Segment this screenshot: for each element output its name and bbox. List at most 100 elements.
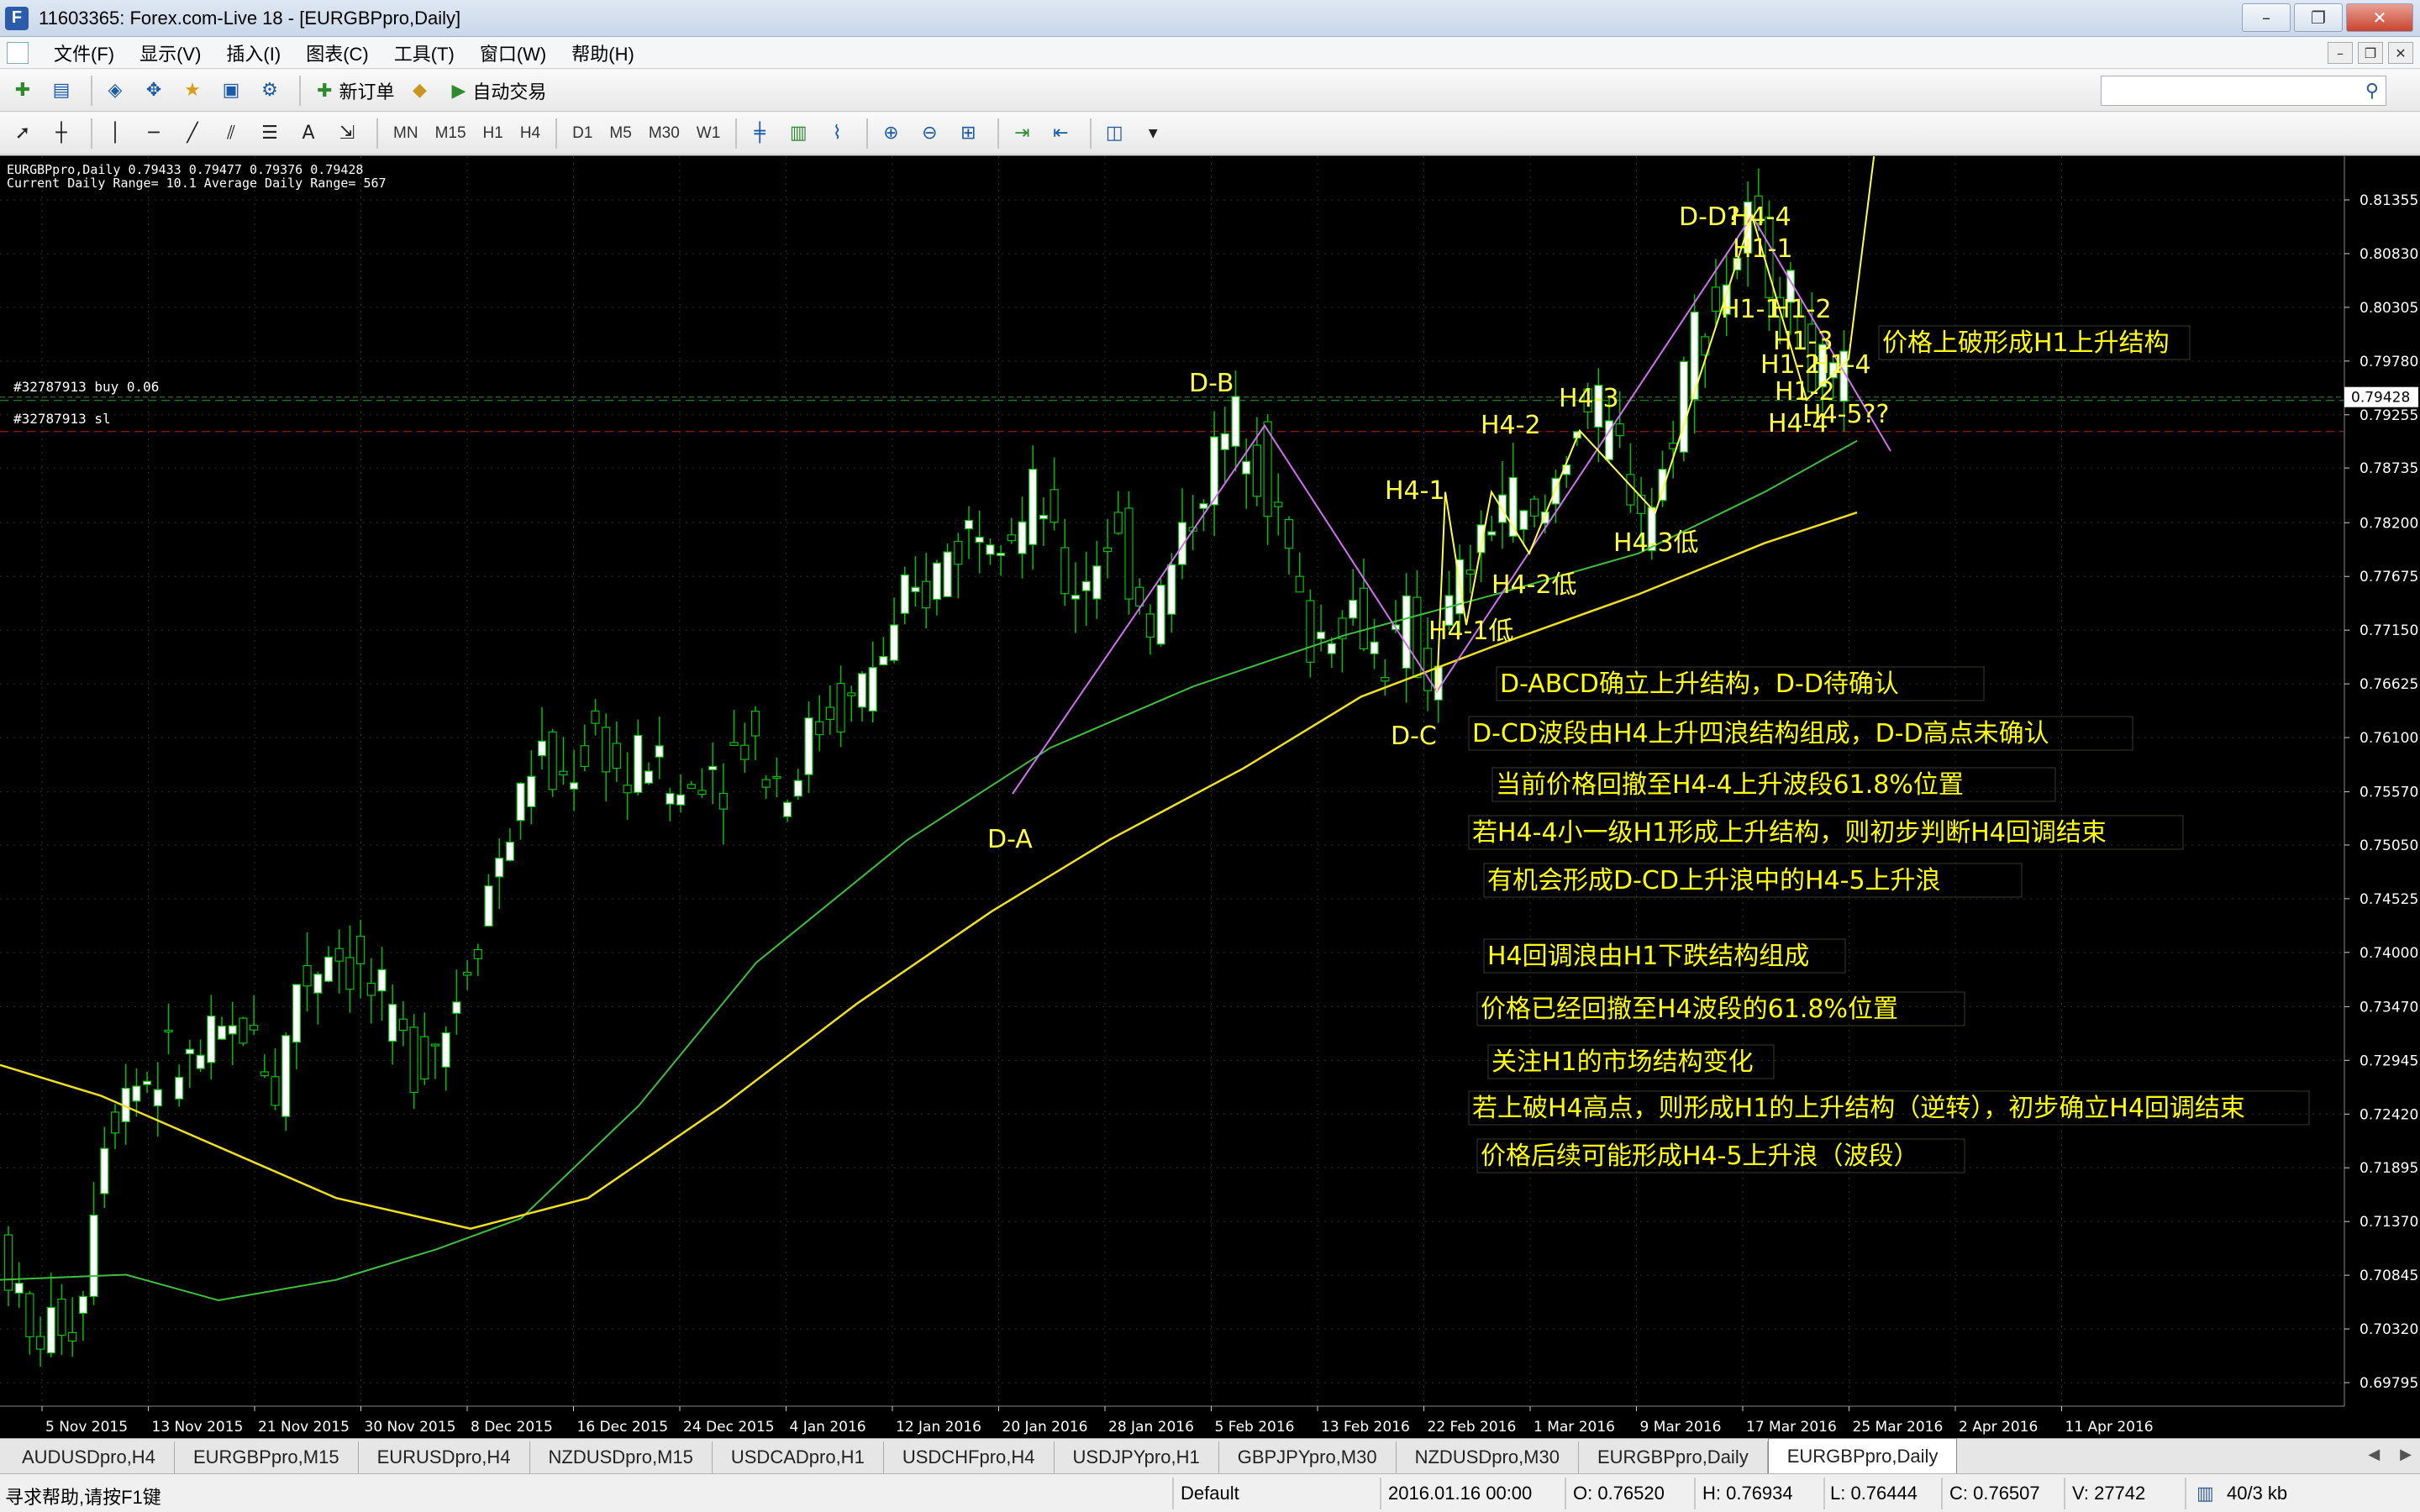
- bear-candle: [697, 790, 707, 795]
- timeframe-m30[interactable]: M30: [640, 118, 688, 150]
- menu-window[interactable]: 窗口(W): [480, 39, 546, 66]
- tab-nzdusd-m15[interactable]: NZDUSDpro,M15: [529, 1441, 713, 1473]
- menu-help[interactable]: 帮助(H): [571, 39, 634, 66]
- toolbar-divider: [997, 118, 1000, 149]
- bull-candle: [217, 1025, 227, 1040]
- search-input[interactable]: ⚲: [2101, 76, 2386, 106]
- chart-annotation: 价格已经回撤至H4波段的61.8%位置: [1481, 995, 1898, 1024]
- timeframe-m5[interactable]: M5: [601, 118, 639, 150]
- status-divider: [1694, 1478, 1696, 1509]
- tab-scroll-left-icon[interactable]: ◀: [2368, 1446, 2380, 1463]
- price-tick-label: 0.77150: [2360, 622, 2418, 639]
- menu-tools[interactable]: 工具(T): [394, 39, 455, 66]
- status-datetime: 2016.01.16 00:00: [1388, 1483, 1533, 1504]
- chart-annotation: 当前价格回撤至H4-4上升波段61.8%位置: [1496, 770, 1964, 800]
- bull-candle: [1039, 514, 1049, 520]
- tab-eurusd-h4[interactable]: EURUSDpro,H4: [358, 1441, 530, 1473]
- child-close-button[interactable]: ✕: [2388, 42, 2413, 64]
- auto-trading-button[interactable]: ▶ 自动交易: [442, 74, 555, 108]
- data-window-icon[interactable]: ✥: [138, 75, 170, 107]
- dropdown-arrow-icon[interactable]: ▼: [1137, 118, 1169, 150]
- line-chart-icon[interactable]: ⌇: [821, 118, 853, 150]
- metaeditor-icon[interactable]: ◆: [403, 75, 435, 107]
- new-order-button[interactable]: ✚ 新订单: [308, 74, 403, 108]
- status-help-text: 寻求帮助,请按F1键: [5, 1487, 161, 1508]
- tab-usdchf-h4[interactable]: USDCHFpro,H4: [883, 1441, 1055, 1473]
- bull-candle: [281, 1035, 291, 1117]
- arrow-tool-icon[interactable]: ⇲: [331, 118, 363, 150]
- timeframe-mn[interactable]: MN: [385, 118, 427, 150]
- price-tick-label: 0.74000: [2360, 945, 2418, 962]
- chart-shift-icon[interactable]: ⇤: [1044, 118, 1076, 150]
- status-open: O: 0.76520: [1573, 1483, 1665, 1504]
- wave-label-d-c: D-C: [1391, 722, 1437, 751]
- tab-scroll-right-icon[interactable]: ▶: [2400, 1446, 2412, 1463]
- child-minimize-button[interactable]: –: [2328, 42, 2353, 64]
- timeframe-h4[interactable]: H4: [512, 118, 549, 150]
- bear-candle: [1145, 613, 1155, 638]
- profiles-icon[interactable]: ▤: [45, 75, 77, 107]
- menu-bar: 文件(F) 显示(V) 插入(I) 图表(C) 工具(T) 窗口(W) 帮助(H…: [0, 37, 2420, 69]
- tab-usdjpy-h1[interactable]: USDJPYpro,H1: [1054, 1441, 1219, 1473]
- minimize-button[interactable]: –: [2242, 3, 2291, 32]
- auto-scroll-icon[interactable]: ⇥: [1006, 118, 1038, 150]
- text-tool-icon[interactable]: A: [292, 118, 324, 150]
- cursor-icon[interactable]: ➚: [7, 118, 39, 150]
- child-restore-button[interactable]: ❐: [2358, 42, 2383, 64]
- channel-icon[interactable]: ⫽: [215, 118, 247, 150]
- fibonacci-icon[interactable]: ☰: [254, 118, 286, 150]
- navigator-icon[interactable]: ★: [176, 75, 208, 107]
- bar-chart-icon[interactable]: ╪: [744, 118, 776, 150]
- vertical-line-icon[interactable]: │: [99, 118, 131, 150]
- bear-candle: [559, 770, 568, 776]
- status-traffic: 40/3 kb: [2227, 1483, 2288, 1504]
- zoom-in-icon[interactable]: ⊕: [875, 118, 907, 150]
- bear-candle: [761, 779, 771, 788]
- bull-candle: [1220, 433, 1229, 450]
- strategy-tester-icon[interactable]: ⚙: [254, 75, 286, 107]
- bull-candle: [655, 745, 664, 758]
- trade-sl-label: #32787913 sl: [13, 411, 111, 427]
- date-tick-label: 25 Mar 2016: [1853, 1419, 1944, 1436]
- trendline-icon[interactable]: ╱: [176, 118, 208, 150]
- bull-candle: [516, 782, 525, 822]
- candlestick-icon[interactable]: ▥: [782, 118, 814, 150]
- chart-area[interactable]: 0.81355 0.80830 0.80305 0.79780 0.79255 0.787…: [0, 155, 2420, 1439]
- bear-candle: [356, 936, 366, 965]
- bull-candle: [911, 586, 920, 592]
- status-high: H: 0.76934: [1702, 1483, 1793, 1504]
- market-watch-icon[interactable]: ◈: [99, 75, 131, 107]
- price-chart[interactable]: 0.81355 0.80830 0.80305 0.79780 0.79255 0.787…: [0, 156, 2420, 1439]
- indicators-icon[interactable]: ◫: [1098, 118, 1130, 150]
- status-divider: [1941, 1478, 1943, 1509]
- tab-usdcad-h1[interactable]: USDCADpro,H1: [712, 1441, 884, 1473]
- new-chart-icon[interactable]: ✚: [7, 75, 39, 107]
- menu-charts[interactable]: 图表(C): [306, 39, 369, 66]
- horizontal-line-icon[interactable]: ─: [138, 118, 170, 150]
- timeframe-h1[interactable]: H1: [475, 118, 512, 150]
- menu-insert[interactable]: 插入(I): [226, 39, 281, 66]
- tab-eurgbp-daily-active[interactable]: EURGBPpro,Daily: [1767, 1438, 1958, 1473]
- date-tick-label: 21 Nov 2015: [258, 1419, 350, 1436]
- bull-candle: [505, 841, 515, 861]
- tab-audusd-h4[interactable]: AUDUSDpro,H4: [3, 1441, 175, 1473]
- bull-candle: [793, 780, 802, 797]
- tile-windows-icon[interactable]: ⊞: [952, 118, 984, 150]
- price-tick-label: 0.69795: [2360, 1375, 2418, 1392]
- timeframe-d1[interactable]: D1: [564, 118, 601, 150]
- tab-eurgbp-daily[interactable]: EURGBPpro,Daily: [1578, 1441, 1768, 1473]
- maximize-button[interactable]: ❐: [2294, 3, 2343, 32]
- menu-file[interactable]: 文件(F): [54, 39, 114, 66]
- crosshair-icon[interactable]: ┼: [45, 118, 77, 150]
- terminal-icon[interactable]: ▣: [215, 75, 247, 107]
- close-button[interactable]: ✕: [2346, 3, 2413, 32]
- tab-nzdusd-m30[interactable]: NZDUSDpro,M30: [1396, 1441, 1579, 1473]
- timeframe-w1[interactable]: W1: [688, 118, 729, 150]
- tab-gbpjpy-m30[interactable]: GBPJPYpro,M30: [1218, 1441, 1397, 1473]
- timeframe-m15[interactable]: M15: [427, 118, 475, 150]
- chart-document-icon[interactable]: [7, 41, 29, 64]
- tab-eurgbp-m15[interactable]: EURGBPpro,M15: [174, 1441, 359, 1473]
- menu-view[interactable]: 显示(V): [139, 39, 201, 66]
- zoom-out-icon[interactable]: ⊖: [913, 118, 945, 150]
- status-divider: [2185, 1478, 2186, 1509]
